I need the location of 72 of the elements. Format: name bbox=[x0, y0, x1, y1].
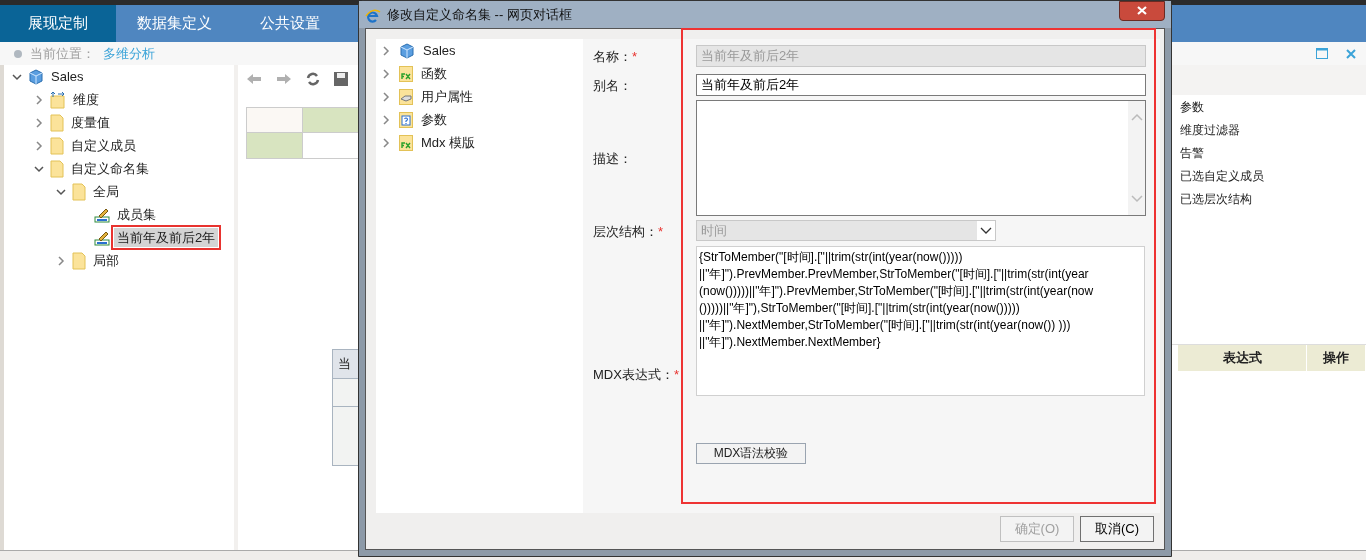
back-arrow-icon[interactable] bbox=[246, 73, 262, 85]
mdx-check-button[interactable]: MDX语法校验 bbox=[696, 442, 806, 464]
tree-item[interactable]: 成员集 bbox=[114, 204, 159, 225]
column-header: 操作 bbox=[1307, 345, 1365, 371]
chevron-down-icon[interactable] bbox=[56, 186, 66, 197]
panel-item[interactable]: 维度过滤器 bbox=[1170, 118, 1366, 141]
chevron-right-icon[interactable] bbox=[381, 137, 391, 148]
chevron-right-icon[interactable] bbox=[381, 114, 391, 125]
breadcrumb-label: 当前位置： bbox=[30, 44, 95, 63]
tree-item[interactable]: Mdx 模版 bbox=[421, 132, 476, 153]
tree-item[interactable]: 函数 bbox=[421, 63, 447, 84]
chevron-right-icon[interactable] bbox=[381, 45, 391, 56]
chevron-right-icon[interactable] bbox=[34, 94, 44, 105]
close-icon bbox=[1137, 6, 1147, 15]
cube-icon bbox=[399, 42, 415, 59]
tree-item[interactable]: Sales bbox=[423, 40, 456, 61]
folder-icon bbox=[72, 182, 86, 201]
folder-icon bbox=[72, 251, 86, 270]
tree-item[interactable]: 维度 bbox=[70, 89, 102, 110]
nav-tab[interactable]: 公共设置 bbox=[232, 5, 348, 42]
text-field[interactable]: 当前年及前后2年 bbox=[696, 73, 1146, 96]
chevron-down-icon[interactable] bbox=[12, 71, 22, 82]
panel-item[interactable]: 已选层次结构 bbox=[1170, 187, 1366, 210]
chevron-right-icon[interactable] bbox=[34, 117, 44, 128]
panel-item[interactable]: 已选自定义成员 bbox=[1170, 164, 1366, 187]
mdx-expression-field[interactable]: {StrToMember("[时间].["||trim(str(int(year(now())))) ||"年]").PrevMember.PrevMember,StrToMember("[时间].["||trim(str(int(year (now()))))||"年]").PrevMember,StrToMember("[时间].["||trim(str(int(year(now ()))))||"年]"),StrToMember("[时间].["||trim(str(int(year(now())))) ||"年]").NextMember,StrToMember("[时间].["||trim(str(int(year(now()) ))) ||"年]").NextMember.NextMember} bbox=[696, 246, 1145, 396]
chevron-down-icon[interactable] bbox=[34, 163, 44, 174]
panel-item[interactable]: 参数 bbox=[1170, 95, 1366, 118]
folder-arrows-icon bbox=[50, 90, 66, 109]
forward-arrow-icon[interactable] bbox=[276, 73, 292, 85]
folder-icon bbox=[50, 136, 64, 155]
chevron-right-icon[interactable] bbox=[381, 91, 391, 102]
tree-item[interactable]: 用户属性 bbox=[421, 86, 473, 107]
chevron-right-icon[interactable] bbox=[56, 255, 66, 266]
field-label: 名称：* bbox=[593, 48, 638, 64]
tree-item[interactable]: 自定义命名集 bbox=[68, 158, 152, 179]
tree-item[interactable]: 自定义成员 bbox=[68, 135, 139, 156]
bullet-icon bbox=[14, 49, 22, 58]
tree-item[interactable]: 度量值 bbox=[68, 112, 113, 133]
refresh-icon[interactable] bbox=[306, 72, 320, 86]
tree-item[interactable]: 当前年及前后2年 bbox=[114, 227, 219, 248]
tree-item[interactable]: 参数 bbox=[421, 109, 447, 130]
tree-item[interactable]: 局部 bbox=[90, 250, 122, 271]
field-label: 别名： bbox=[593, 77, 632, 93]
close-button[interactable] bbox=[1119, 0, 1165, 21]
maximize-icon[interactable] bbox=[1316, 48, 1328, 59]
folder-icon bbox=[50, 159, 64, 178]
chevron-right-icon[interactable] bbox=[34, 140, 44, 151]
cube-icon bbox=[28, 68, 44, 85]
field-label: MDX表达式：* bbox=[593, 367, 679, 382]
nav-tab[interactable]: 展现定制 bbox=[0, 5, 116, 42]
tree-item[interactable]: Sales bbox=[48, 66, 87, 87]
folder-icon bbox=[50, 113, 64, 132]
panel-item[interactable]: 告警 bbox=[1170, 141, 1366, 164]
column-header: 表达式 bbox=[1178, 345, 1306, 371]
description-field[interactable] bbox=[696, 100, 1146, 216]
dialog-title: 修改自定义命名集 -- 网页对话框 bbox=[387, 5, 572, 24]
save-icon[interactable] bbox=[334, 72, 348, 86]
field-label: 描述： bbox=[593, 151, 632, 166]
hand-folder-icon bbox=[399, 88, 413, 105]
fx-folder-icon bbox=[399, 134, 413, 151]
chevron-right-icon[interactable] bbox=[381, 68, 391, 79]
nav-tab[interactable]: 数据集定义 bbox=[116, 5, 232, 42]
question-folder-icon bbox=[399, 111, 413, 128]
pencil-set-icon bbox=[94, 206, 110, 223]
tree-item[interactable]: 全局 bbox=[90, 181, 122, 202]
dialog-button[interactable]: 取消(C) bbox=[1080, 516, 1154, 542]
browser-e-icon bbox=[365, 6, 381, 23]
fx-folder-icon bbox=[399, 65, 413, 82]
close-icon[interactable] bbox=[1346, 48, 1356, 59]
pencil-set-icon bbox=[94, 229, 110, 246]
field-label: 层次结构：* bbox=[593, 223, 664, 239]
